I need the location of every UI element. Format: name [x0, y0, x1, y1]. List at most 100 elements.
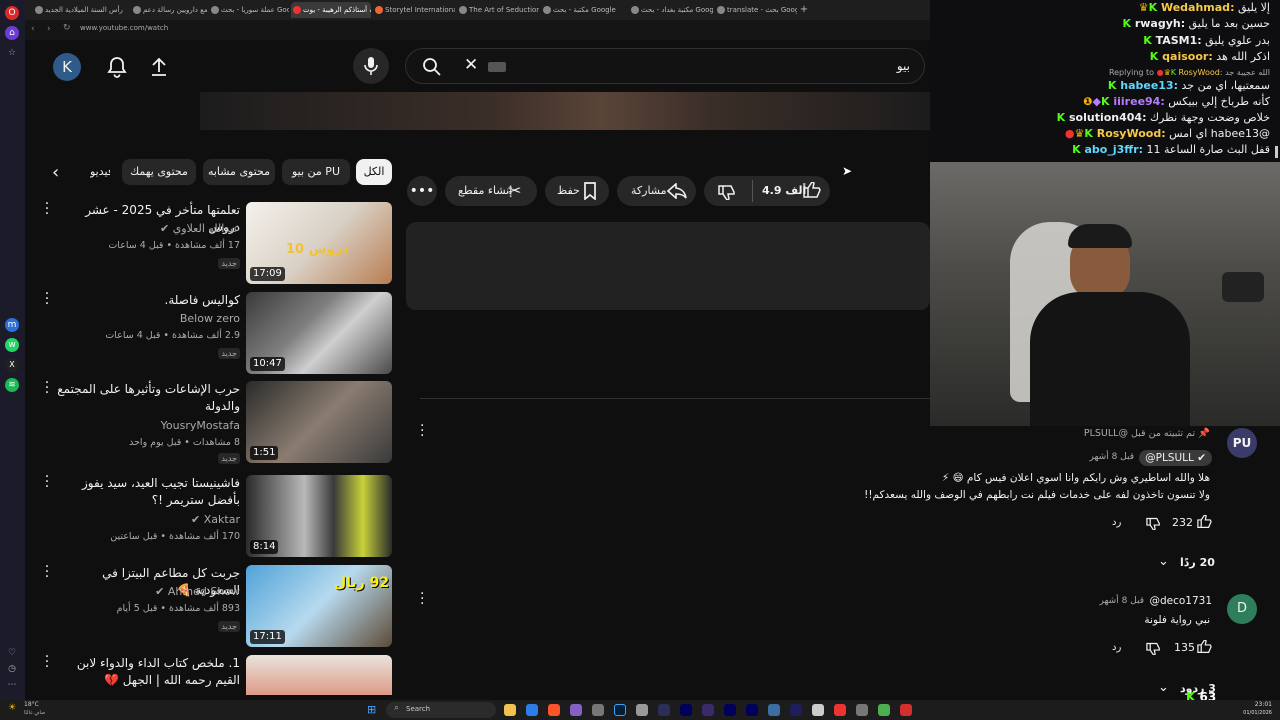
video-player[interactable]: [200, 92, 930, 130]
audition-icon[interactable]: [746, 704, 758, 716]
messenger-icon[interactable]: m: [5, 318, 19, 332]
tab[interactable]: translate - بحث Google: [715, 2, 797, 18]
app-icon[interactable]: [592, 704, 604, 716]
forward-icon[interactable]: ›: [47, 24, 51, 34]
video-title[interactable]: حرب الإشاعات وتأثيرها على المجتمع والدول…: [55, 381, 240, 415]
share-button[interactable]: مشاركة: [617, 176, 696, 206]
tab[interactable]: كلنا مع دارويين رسالة دعم: [131, 2, 207, 18]
video-menu-icon[interactable]: · · ·: [40, 560, 54, 584]
like-icon[interactable]: [803, 182, 821, 199]
chip-from-channel[interactable]: من بيو PU: [282, 159, 350, 185]
clear-search-icon[interactable]: ✕: [464, 55, 478, 75]
taskbar-search[interactable]: ⌕ Search: [386, 702, 496, 718]
comment-avatar[interactable]: D: [1227, 594, 1257, 624]
comment-avatar[interactable]: PU: [1227, 428, 1257, 458]
file-explorer-icon[interactable]: [504, 704, 516, 716]
more-icon[interactable]: ⋯: [5, 678, 19, 692]
dislike-icon[interactable]: [718, 183, 736, 200]
comment-menu-icon[interactable]: · · ·: [420, 419, 424, 443]
video-channel[interactable]: YousryMostafa: [55, 419, 240, 432]
dislike-icon[interactable]: [1146, 641, 1161, 655]
video-channel[interactable]: Xaktar ✔: [55, 513, 240, 526]
related-video[interactable]: · · · 92 ريال 17:11 جربت كل مطاعم البيتزا …: [40, 560, 395, 649]
search-box[interactable]: ✕ بيو: [405, 48, 925, 84]
reply-button[interactable]: رد: [1112, 517, 1121, 528]
back-icon[interactable]: ‹: [31, 24, 35, 34]
replies-toggle[interactable]: ⌄ 20 ردًا: [1158, 554, 1218, 572]
avatar[interactable]: K: [53, 53, 81, 81]
tab[interactable]: رأس السنة الميلادية الجديد: [33, 2, 129, 18]
history-icon[interactable]: ◷: [5, 662, 19, 676]
video-thumbnail[interactable]: 10 دروس 17:09: [246, 202, 392, 284]
like-icon[interactable]: [1197, 515, 1212, 529]
chip-all[interactable]: الكل: [356, 159, 392, 185]
windows-start-icon[interactable]: ⊞: [367, 703, 376, 716]
related-video[interactable]: · · · 10 دروس 17:09 تعلمتها متأخر في 2025 …: [40, 197, 395, 286]
app-icon[interactable]: [900, 704, 912, 716]
video-thumbnail[interactable]: 10:47: [246, 292, 392, 374]
video-title[interactable]: كواليس فاصلة.: [55, 292, 240, 309]
search-input[interactable]: بيو: [897, 59, 910, 73]
url-field[interactable]: www.youtube.com/watch: [80, 24, 168, 32]
home-icon[interactable]: ⌂: [5, 26, 19, 40]
video-menu-icon[interactable]: · · ·: [40, 655, 54, 674]
save-button[interactable]: حفظ: [545, 176, 609, 206]
reply-button[interactable]: رد: [1112, 642, 1121, 653]
audition-icon[interactable]: [680, 704, 692, 716]
video-thumbnail[interactable]: 8:14: [246, 475, 392, 557]
visual-studio-icon[interactable]: [570, 704, 582, 716]
tab[interactable]: The Art of Seduction by R: [457, 2, 539, 18]
comment-menu-icon[interactable]: · · ·: [420, 587, 424, 611]
whatsapp-icon[interactable]: w: [5, 338, 19, 352]
video-title[interactable]: فاشينيستا تجيب العيد، سيد يفوز بأفضل ستر…: [55, 475, 240, 509]
app-icon[interactable]: [768, 704, 780, 716]
chip-interest[interactable]: محتوى يهمك: [122, 159, 196, 185]
new-tab-button[interactable]: +: [797, 2, 811, 18]
heart-icon[interactable]: ♡: [5, 646, 19, 660]
bell-icon[interactable]: [107, 56, 127, 78]
spotify-icon[interactable]: ≋: [5, 378, 19, 392]
video-channel[interactable]: عبدالله العلاوي ✔: [55, 222, 240, 235]
brave-icon[interactable]: [548, 704, 560, 716]
related-video[interactable]: · · · 10:47 كواليس فاصلة. Below zero 2.9 أ…: [40, 287, 395, 376]
tab[interactable]: مكتبة بغداد - بحث Google: [629, 2, 713, 18]
reload-icon[interactable]: ↻: [63, 23, 71, 33]
media-encoder-icon[interactable]: [702, 704, 714, 716]
related-video[interactable]: · · · 8:14 فاشينيستا تجيب العيد، سيد يفوز …: [40, 470, 395, 559]
related-video[interactable]: · · · 1. ملخص كتاب الداء والدواء لابن القي…: [40, 655, 395, 695]
more-actions-button[interactable]: •••: [407, 176, 437, 206]
comment-author-badge[interactable]: @PLSULL ✔: [1139, 450, 1212, 466]
video-channel[interactable]: Below zero: [55, 312, 240, 325]
clip-button[interactable]: إنشاء مقطع ✂: [445, 176, 537, 206]
app-icon[interactable]: [658, 704, 670, 716]
clock-time[interactable]: 23:01: [1255, 701, 1272, 708]
app-icon[interactable]: [724, 704, 736, 716]
video-thumbnail[interactable]: 92 ريال 17:11: [246, 565, 392, 647]
x-icon[interactable]: X: [5, 358, 19, 372]
app-icon[interactable]: [636, 704, 648, 716]
weather-temp[interactable]: 18°C: [24, 701, 39, 708]
video-menu-icon[interactable]: · · ·: [40, 376, 54, 400]
upload-icon[interactable]: [149, 56, 169, 78]
video-menu-icon[interactable]: · · ·: [40, 197, 54, 221]
opera-icon[interactable]: [834, 704, 846, 716]
tab[interactable]: Storytel International - A: [373, 2, 455, 18]
star-icon[interactable]: ☆: [5, 46, 19, 60]
dislike-icon[interactable]: [1146, 516, 1161, 530]
related-video[interactable]: · · · 1:51 حرب الإشاعات وتأثيرها على المجت…: [40, 376, 395, 465]
app-icon[interactable]: [812, 704, 824, 716]
chat-scrollbar[interactable]: [1275, 146, 1278, 158]
tab[interactable]: مكتبة - بحث Google: [541, 2, 627, 18]
search-icon[interactable]: [422, 57, 442, 77]
voice-search-button[interactable]: [353, 48, 389, 84]
comment-author[interactable]: @deco1731: [1149, 595, 1212, 607]
video-thumbnail[interactable]: 1:51: [246, 381, 392, 463]
vscode-icon[interactable]: [526, 704, 538, 716]
chips-left-arrow-icon[interactable]: ‹: [52, 162, 59, 183]
tab[interactable]: عملة سوريا - بحث Google: [209, 2, 289, 18]
chip-similar[interactable]: محتوى مشابه: [203, 159, 275, 185]
video-title[interactable]: 1. ملخص كتاب الداء والدواء لابن القيم رح…: [55, 655, 240, 689]
video-thumbnail[interactable]: [246, 655, 392, 695]
opera-logo-icon[interactable]: O: [5, 6, 19, 20]
video-channel[interactable]: Ahmed Show ✔: [55, 585, 240, 598]
